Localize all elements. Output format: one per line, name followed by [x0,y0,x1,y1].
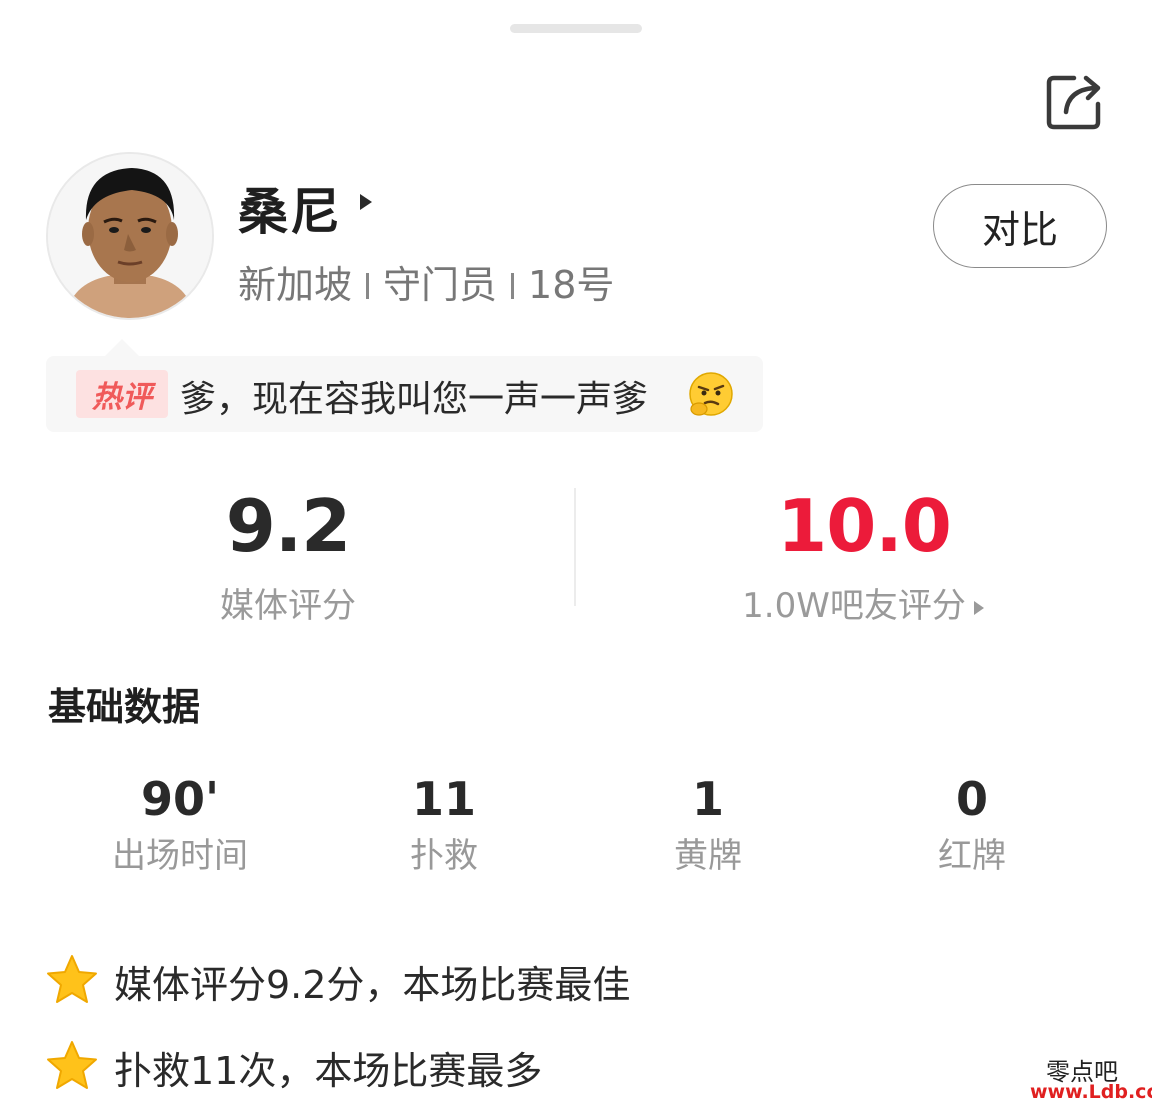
watermark-url: www.Ldb.cc [1030,1081,1152,1103]
meta-divider [511,272,515,299]
stat-value: 90' [140,772,220,826]
caret-right-icon [973,600,984,615]
meta-divider [366,272,370,299]
comment-pointer [104,339,140,357]
stat-value: 1 [691,772,724,826]
stat-value: 0 [955,772,988,826]
hot-comment-text: 爹，现在容我叫您一声一声爹 [180,379,649,420]
basic-stats-title: 基础数据 [48,685,201,729]
player-position: 守门员 [383,263,498,307]
highlight-text: 扑救11次，本场比赛最多 [114,1049,543,1093]
compare-button[interactable]: 对比 [933,184,1107,268]
stat-item: 1 黄牌 [576,772,840,878]
player-number: 18号 [528,263,615,307]
thinking-face-icon [689,372,733,416]
player-detail-sheet: 桑尼 新加坡 守门员 18号 对比 热评 爹，现在容我叫您一声一声爹 9.2 媒体评… [0,0,1152,1105]
player-info: 新加坡 守门员 18号 [238,254,614,309]
stat-item: 90' 出场时间 [48,772,312,878]
player-country: 新加坡 [238,263,353,307]
fan-rating[interactable]: 10.0 1.0W吧友评分 [576,486,1152,628]
fan-rating-value: 10.0 [777,484,952,568]
media-rating-label: 媒体评分 [220,586,356,626]
stat-label: 黄牌 [674,836,742,876]
hot-comment-badge: 热评 [76,370,168,418]
media-rating-value: 9.2 [225,484,352,568]
hot-comment-bubble[interactable]: 热评 爹，现在容我叫您一声一声爹 [46,356,763,432]
stat-item: 11 扑救 [312,772,576,878]
star-icon [47,1041,97,1089]
stat-value: 11 [411,772,476,826]
stat-label: 扑救 [410,836,478,876]
sheet-drag-handle[interactable] [510,24,642,33]
stat-label: 出场时间 [112,836,248,876]
share-icon[interactable] [1044,70,1106,132]
stat-item: 0 红牌 [840,772,1104,878]
basic-stats-row: 90' 出场时间 11 扑救 1 黄牌 0 红牌 [48,772,1104,882]
fan-rating-label-row[interactable]: 1.0W吧友评分 [576,584,1152,628]
player-name[interactable]: 桑尼 [238,172,342,244]
highlight-text: 媒体评分9.2分，本场比赛最佳 [114,963,631,1007]
stat-label: 红牌 [938,836,1006,876]
media-rating: 9.2 媒体评分 [0,486,576,628]
player-avatar[interactable] [46,152,214,320]
star-icon [47,955,97,1003]
fan-rating-label: 1.0W吧友评分 [742,586,966,626]
caret-right-icon[interactable] [358,192,374,212]
